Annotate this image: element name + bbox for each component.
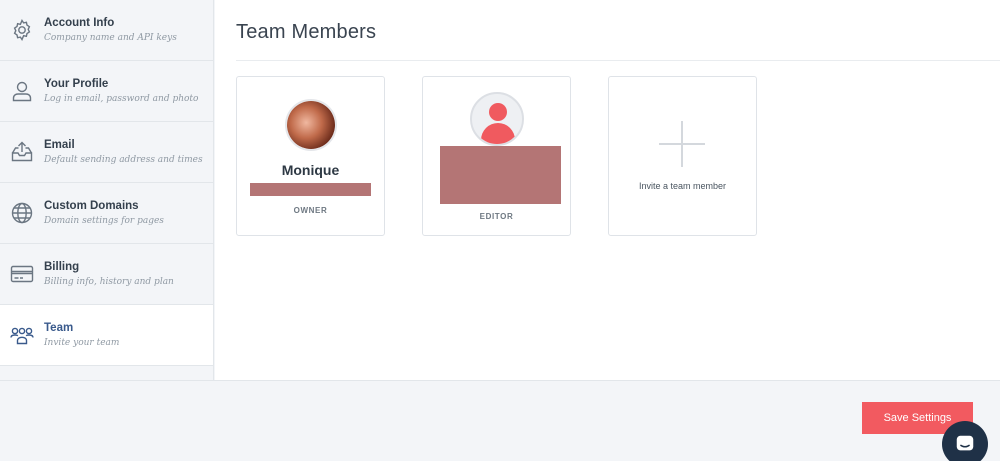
member-role: EDITOR: [479, 212, 514, 221]
divider: [236, 60, 1000, 61]
sidebar-item-title: Account Info: [44, 17, 115, 29]
user-icon: [10, 79, 34, 103]
sidebar-item-your-profile[interactable]: Your Profile Log in email, password and …: [0, 61, 213, 122]
sidebar-item-subtitle: Invite your team: [44, 338, 120, 348]
sidebar-item-subtitle: Company name and API keys: [44, 33, 177, 43]
plus-icon: [659, 121, 705, 167]
sidebar-item-title: Custom Domains: [44, 200, 139, 212]
sidebar-item-title: Team: [44, 322, 74, 334]
invite-member-card[interactable]: Invite a team member: [608, 76, 757, 236]
chat-icon: [954, 433, 976, 455]
sidebar-item-title: Billing: [44, 261, 80, 273]
sidebar-item-account-info[interactable]: Account Info Company name and API keys: [0, 0, 213, 61]
settings-sidebar: Account Info Company name and API keys Y…: [0, 0, 214, 380]
sidebar-item-subtitle: Domain settings for pages: [44, 216, 164, 226]
sidebar-item-custom-domains[interactable]: Custom Domains Domain settings for pages: [0, 183, 213, 244]
chat-launcher[interactable]: [942, 421, 988, 461]
sidebar-item-subtitle: Log in email, password and photo: [44, 94, 199, 104]
team-panel: Team Members Monique OWNER EDITOR Invite…: [215, 0, 1000, 380]
member-name: Monique: [281, 162, 340, 178]
sidebar-item-team[interactable]: Team Invite your team: [0, 305, 213, 366]
sidebar-item-subtitle: Default sending address and times: [44, 155, 203, 165]
footer-divider: [0, 380, 1000, 381]
sidebar-item-title: Your Profile: [44, 78, 109, 90]
gear-icon: [10, 18, 34, 42]
sidebar-item-email[interactable]: Email Default sending address and times: [0, 122, 213, 183]
sidebar-item-subtitle: Billing info, history and plan: [44, 277, 174, 287]
member-card-owner[interactable]: Monique OWNER: [236, 76, 385, 236]
redacted-email: [250, 183, 371, 196]
default-avatar-icon: [470, 92, 524, 146]
credit-card-icon: [10, 262, 34, 286]
member-role: OWNER: [293, 206, 328, 215]
invite-label: Invite a team member: [638, 181, 727, 191]
redacted-member-info: [440, 146, 561, 204]
avatar-photo: [287, 101, 335, 149]
sidebar-item-title: Email: [44, 139, 75, 151]
member-card-editor[interactable]: EDITOR: [422, 76, 571, 236]
globe-icon: [10, 201, 34, 225]
inbox-upload-icon: [10, 140, 34, 164]
sidebar-item-billing[interactable]: Billing Billing info, history and plan: [0, 244, 213, 305]
team-icon: [10, 323, 34, 347]
page-title: Team Members: [236, 21, 377, 43]
avatar: [285, 99, 337, 151]
